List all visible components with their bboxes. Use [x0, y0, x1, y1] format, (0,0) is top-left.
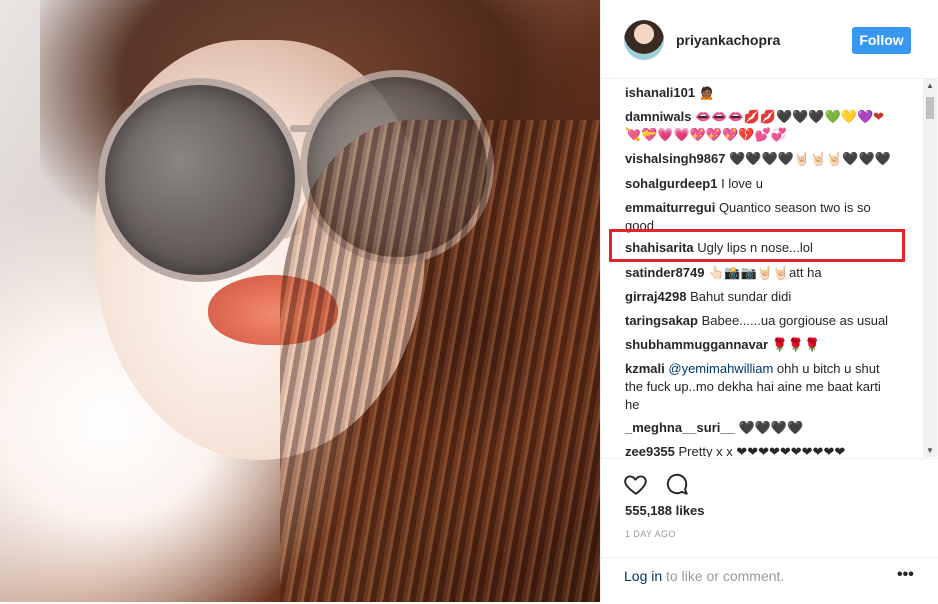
comment-item: kzmali @yemimahwilliam ohh u bitch u shu…: [625, 360, 897, 414]
follow-button[interactable]: Follow: [852, 27, 911, 54]
comment-text: 🖤🖤🖤🖤🤘🏻🤘🏻🤘🏻🖤🖤🖤: [729, 151, 891, 166]
comment-username[interactable]: girraj4298: [625, 289, 686, 304]
comment-text: Pretty x x ❤❤❤❤❤❤❤❤❤❤: [678, 444, 846, 457]
comment-username[interactable]: taringsakap: [625, 313, 698, 328]
post-side-panel: priyankachopra Follow ishanali101 🙍🏾 dam…: [600, 0, 938, 602]
comment-text: 🖤🖤🖤🖤: [738, 420, 804, 435]
comment-item: damniwals 👄👄👄💋💋🖤🖤🖤💚💛💜❤ 💘💝💗💗💖💖💖💔💕💞: [625, 108, 897, 144]
comment-item: girraj4298 Bahut sundar didi: [625, 288, 897, 306]
sunglasses-left-lens: [98, 78, 302, 282]
comment-text: 🙍🏾: [698, 85, 715, 100]
likes-count[interactable]: 555,188 likes: [625, 503, 705, 518]
comment-icon[interactable]: [664, 471, 690, 497]
comment-username[interactable]: zee9355: [625, 444, 675, 457]
post-actions: 555,188 likes 1 DAY AGO Log in to like o…: [601, 458, 938, 603]
post-photo[interactable]: [0, 0, 600, 602]
comment-text: 🌹🌹🌹: [771, 337, 821, 352]
comment-username[interactable]: emmaiturregui: [625, 200, 715, 215]
sunglasses-bridge: [290, 125, 314, 132]
photo-hair-strands: [280, 120, 600, 602]
comment-text: Bahut sundar didi: [690, 289, 792, 304]
comment-item: taringsakap Babee......ua gorgiouse as u…: [625, 312, 897, 330]
comment-list[interactable]: ishanali101 🙍🏾 damniwals 👄👄👄💋💋🖤🖤🖤💚💛💜❤ 💘💝…: [601, 79, 923, 457]
highlight-box: [609, 229, 905, 262]
post-username[interactable]: priyankachopra: [676, 32, 780, 48]
comment-username[interactable]: _meghna__suri__: [625, 420, 735, 435]
comment-item: shubhammuggannavar 🌹🌹🌹: [625, 336, 897, 354]
comment-text: 👆🏻📸📷🤘🏻🤘🏻att ha: [708, 265, 822, 280]
comment-item: satinder8749 👆🏻📸📷🤘🏻🤘🏻att ha: [625, 264, 897, 282]
comment-username[interactable]: shubhammuggannavar: [625, 337, 768, 352]
comment-username[interactable]: damniwals: [625, 109, 691, 124]
comment-username[interactable]: ishanali101: [625, 85, 695, 100]
comment-text: Babee......ua gorgiouse as usual: [701, 313, 889, 328]
comments-scrollbar[interactable]: ▲ ▼: [923, 79, 937, 457]
comment-mention[interactable]: @yemimahwilliam: [668, 361, 773, 376]
avatar[interactable]: [624, 20, 664, 60]
comment-username[interactable]: sohalgurdeep1: [625, 176, 717, 191]
post-footer: Log in to like or comment. •••: [601, 557, 938, 604]
post-header: priyankachopra Follow: [601, 0, 938, 79]
comment-item: _meghna__suri__ 🖤🖤🖤🖤: [625, 419, 897, 437]
comment-item: zee9355 Pretty x x ❤❤❤❤❤❤❤❤❤❤: [625, 443, 897, 457]
comment-item: vishalsingh9867 🖤🖤🖤🖤🤘🏻🤘🏻🤘🏻🖤🖤🖤: [625, 150, 897, 168]
more-options-icon[interactable]: •••: [897, 566, 914, 584]
comment-item: ishanali101 🙍🏾: [625, 84, 897, 102]
login-link[interactable]: Log in: [624, 568, 662, 584]
heart-icon[interactable]: [623, 471, 649, 497]
scroll-up-arrow-icon[interactable]: ▲: [926, 81, 934, 90]
login-prompt: Log in to like or comment.: [624, 568, 784, 584]
comment-username[interactable]: kzmali: [625, 361, 665, 376]
comment-item: sohalgurdeep1 I love u: [625, 175, 897, 193]
comment-username[interactable]: satinder8749: [625, 265, 705, 280]
scroll-thumb[interactable]: [926, 97, 934, 119]
post-timestamp: 1 DAY AGO: [625, 529, 676, 539]
comment-text: I love u: [721, 176, 764, 191]
comment-username[interactable]: vishalsingh9867: [625, 151, 725, 166]
login-prompt-text: to like or comment.: [662, 568, 785, 584]
scroll-down-arrow-icon[interactable]: ▼: [926, 446, 934, 455]
